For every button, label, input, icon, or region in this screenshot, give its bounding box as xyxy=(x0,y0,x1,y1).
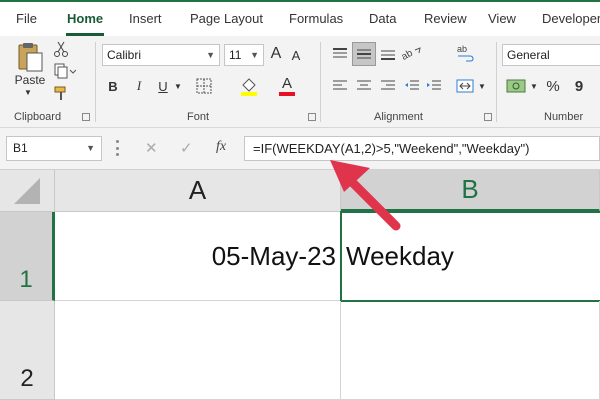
formula-bar: B1 ▼ ✕ ✓ fx =IF(WEEKDAY(A1,2)>5,"Weekend"… xyxy=(0,128,600,170)
chevron-down-icon: ▼ xyxy=(250,50,259,60)
wrap-text-icon[interactable]: ab xyxy=(454,42,476,64)
decrease-indent-icon[interactable] xyxy=(402,76,422,96)
increase-font-size-button[interactable]: A xyxy=(268,44,284,64)
increase-indent-icon[interactable] xyxy=(424,76,444,96)
underline-button[interactable]: U xyxy=(154,76,172,96)
ribbon: Paste ▼ Clipboard Calibri ▼ 11 ▼ A A B I U… xyxy=(0,36,600,128)
svg-text:ab: ab xyxy=(457,44,467,54)
merge-center-icon[interactable] xyxy=(454,76,476,96)
cell-a2[interactable] xyxy=(55,301,341,400)
tab-view[interactable]: View xyxy=(488,11,516,26)
font-size-dropdown[interactable]: 11 ▼ xyxy=(224,44,264,66)
tab-file[interactable]: File xyxy=(16,11,37,26)
chevron-down-icon[interactable]: ▼ xyxy=(528,76,540,96)
excel-window: File Home Insert Page Layout Formulas Da… xyxy=(0,0,600,400)
align-left-icon[interactable] xyxy=(330,76,350,96)
insert-function-button[interactable]: fx xyxy=(216,139,226,155)
name-box-value: B1 xyxy=(13,141,28,155)
cut-icon[interactable] xyxy=(52,40,70,58)
format-painter-icon[interactable] xyxy=(52,84,70,102)
cancel-icon[interactable]: ✕ xyxy=(145,139,158,157)
tab-developer[interactable]: Developer xyxy=(542,11,600,26)
ribbon-tabs: File Home Insert Page Layout Formulas Da… xyxy=(0,0,600,36)
font-launcher-icon[interactable] xyxy=(308,113,316,121)
orientation-icon[interactable]: ab xyxy=(400,44,424,64)
chevron-down-icon[interactable]: ▼ xyxy=(172,76,184,96)
enter-icon[interactable]: ✓ xyxy=(180,139,193,157)
bottom-align-icon[interactable] xyxy=(378,44,398,64)
formula-input[interactable]: =IF(WEEKDAY(A1,2)>5,"Weekend","Weekday") xyxy=(244,136,600,161)
font-group-label: Font xyxy=(187,111,210,123)
fill-color-icon[interactable] xyxy=(238,74,260,98)
decrease-font-size-button[interactable]: A xyxy=(288,46,304,64)
font-color-swatch xyxy=(279,92,295,96)
cell-b2[interactable] xyxy=(341,301,600,400)
tab-formulas[interactable]: Formulas xyxy=(289,11,343,26)
clipboard-paste-icon[interactable] xyxy=(14,40,46,74)
chevron-down-icon: ▼ xyxy=(206,50,215,60)
font-size-value: 11 xyxy=(229,48,242,62)
chevron-down-icon[interactable]: ▼ xyxy=(476,76,488,96)
italic-button[interactable]: I xyxy=(130,76,148,96)
select-all-triangle-icon xyxy=(14,178,40,204)
percent-style-button[interactable]: % xyxy=(544,76,562,96)
paste-dropdown-icon[interactable]: ▼ xyxy=(20,86,36,98)
tab-page-layout[interactable]: Page Layout xyxy=(190,11,263,26)
tab-insert[interactable]: Insert xyxy=(129,11,162,26)
accounting-format-icon[interactable] xyxy=(504,74,530,98)
tab-home[interactable]: Home xyxy=(67,11,103,26)
font-name-value: Calibri xyxy=(107,48,142,62)
clipboard-launcher-icon[interactable] xyxy=(82,113,90,121)
middle-align-icon[interactable] xyxy=(352,42,376,66)
row-header-1[interactable]: 1 xyxy=(0,212,55,301)
borders-icon[interactable] xyxy=(194,76,214,96)
alignment-launcher-icon[interactable] xyxy=(484,113,492,121)
separator xyxy=(320,42,321,122)
number-format-value: General xyxy=(507,48,550,62)
clipboard-group-label: Clipboard xyxy=(14,111,62,123)
separator xyxy=(496,42,497,122)
drag-handle-icon[interactable] xyxy=(116,140,120,156)
number-format-dropdown[interactable]: General xyxy=(502,44,600,66)
font-name-dropdown[interactable]: Calibri ▼ xyxy=(102,44,220,66)
comma-style-button[interactable]: 9 xyxy=(570,76,588,96)
svg-text:ab: ab xyxy=(402,48,415,62)
separator xyxy=(95,42,96,122)
font-color-glyph: A xyxy=(281,75,292,92)
number-group-label: Number xyxy=(544,111,584,123)
column-header-b[interactable]: B xyxy=(341,170,600,212)
cell-a1[interactable]: 05-May-23 xyxy=(55,212,341,301)
alignment-group-label: Alignment xyxy=(374,111,423,123)
align-center-icon[interactable] xyxy=(354,76,374,96)
font-color-icon[interactable]: A xyxy=(276,74,298,98)
bold-button[interactable]: B xyxy=(104,76,122,96)
top-align-icon[interactable] xyxy=(330,44,350,64)
tab-data[interactable]: Data xyxy=(369,11,396,26)
worksheet-grid: A B 1 2 05-May-23 Weekday xyxy=(0,170,600,400)
select-all-button[interactable] xyxy=(0,170,55,212)
tab-review[interactable]: Review xyxy=(424,11,467,26)
cell-b1[interactable]: Weekday xyxy=(340,211,600,302)
align-right-icon[interactable] xyxy=(378,76,398,96)
copy-icon[interactable] xyxy=(52,62,78,80)
row-header-2[interactable]: 2 xyxy=(0,301,55,400)
column-header-a[interactable]: A xyxy=(55,170,341,212)
name-box[interactable]: B1 ▼ xyxy=(6,136,102,161)
chevron-down-icon: ▼ xyxy=(86,143,95,153)
